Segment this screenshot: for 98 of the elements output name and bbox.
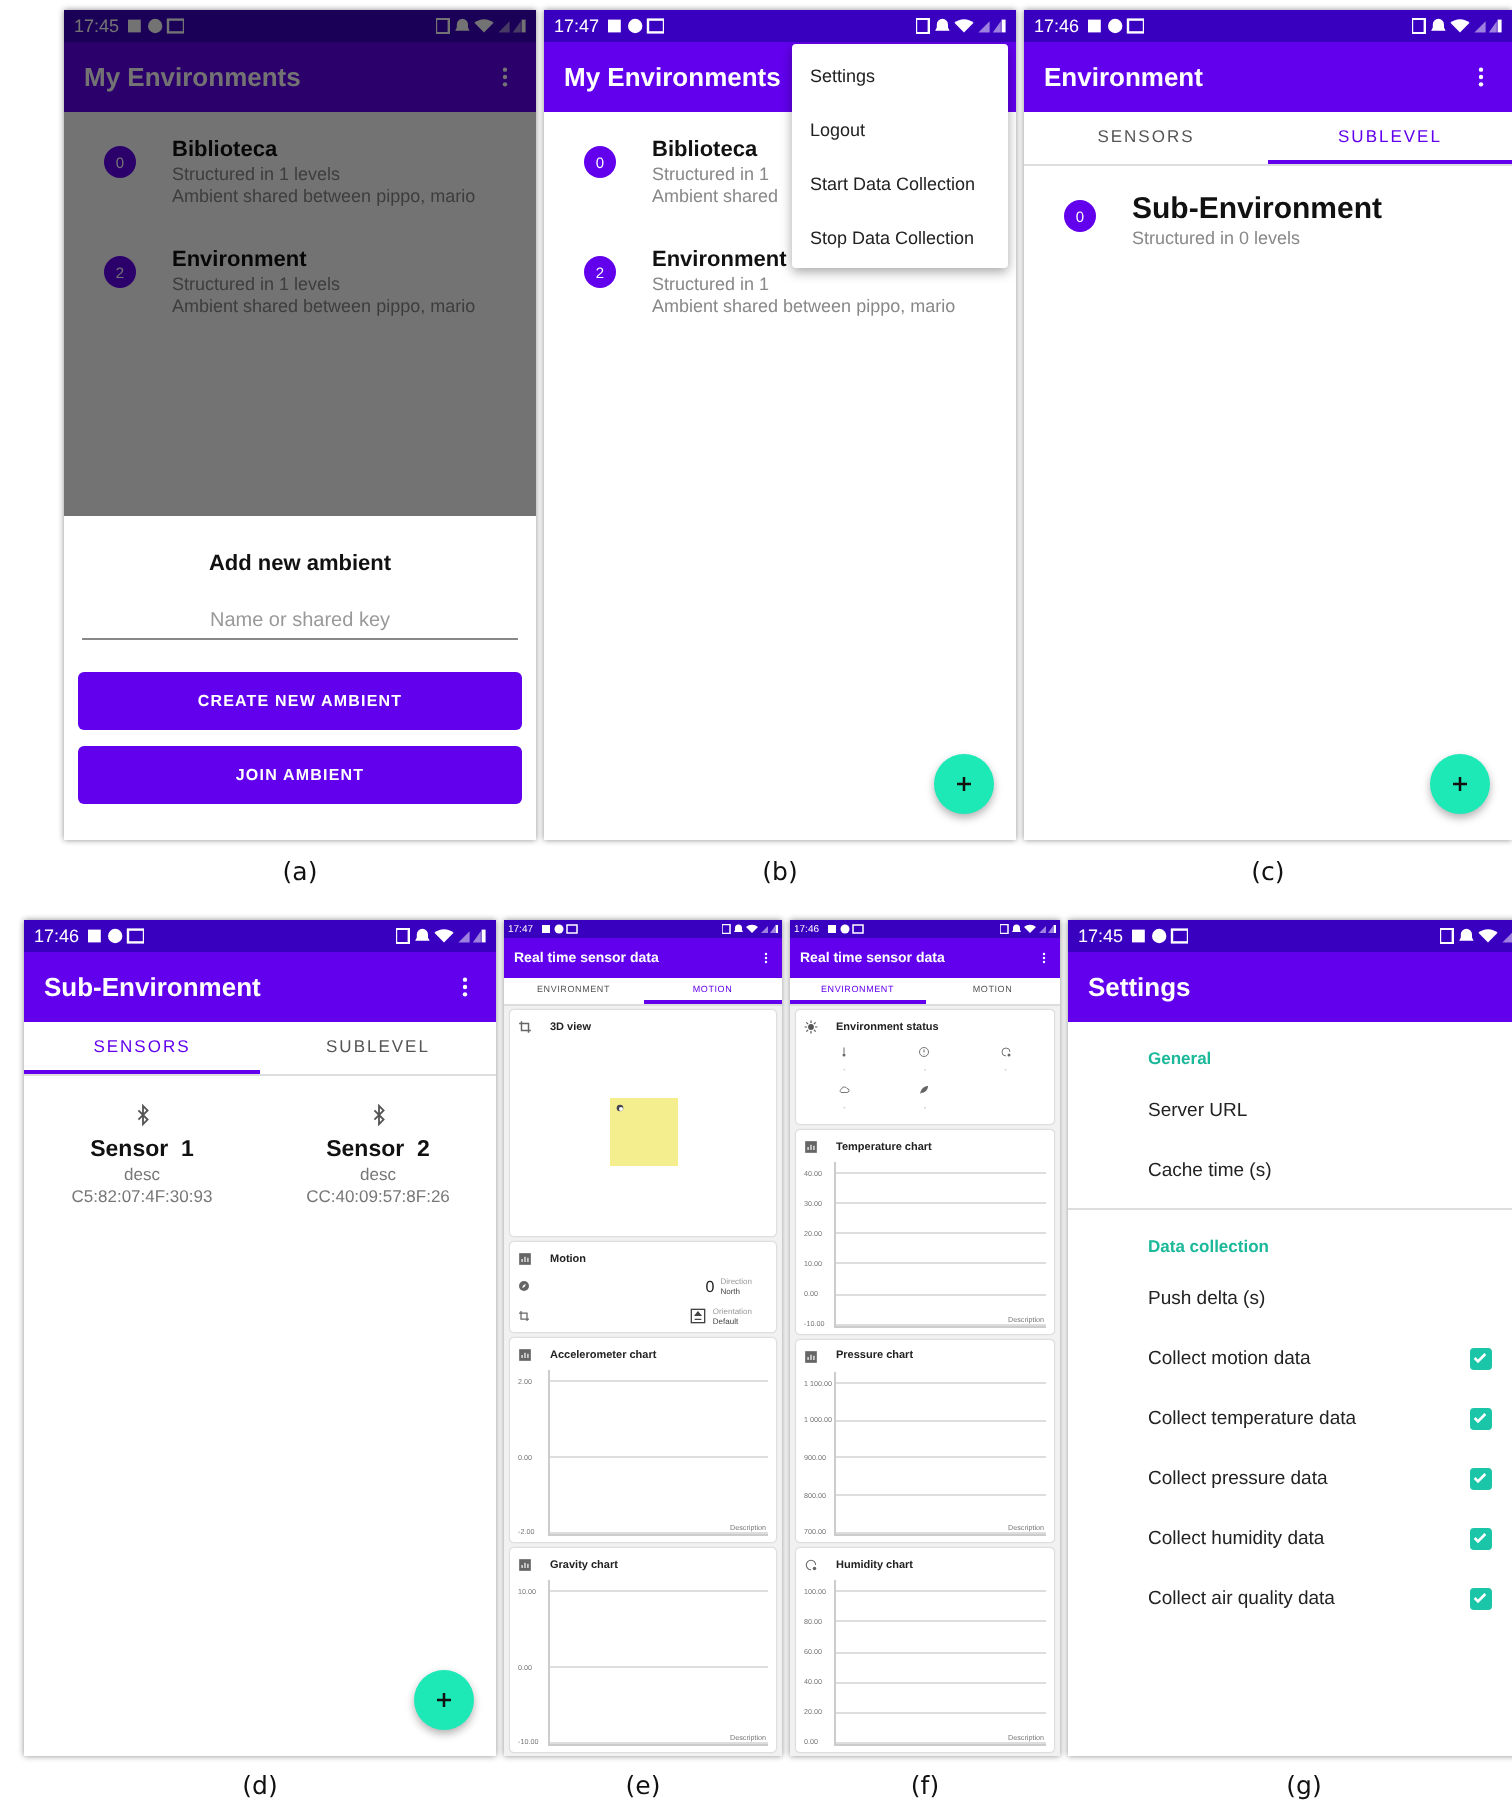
figure-caption: (a): [282, 854, 318, 890]
setting-item[interactable]: Push delta (s): [1068, 1268, 1512, 1328]
status-time: 17:46: [34, 926, 80, 946]
leaf-icon: [918, 1084, 931, 1096]
gauge-icon: [999, 1046, 1012, 1058]
notification-icons: [1087, 18, 1145, 34]
checkbox[interactable]: [1470, 1587, 1492, 1609]
setting-label: Collect temperature data: [1148, 1407, 1357, 1429]
bar-chart-icon: [518, 1558, 532, 1572]
setting-item[interactable]: Cache time (s): [1068, 1140, 1512, 1200]
notification-icons: [607, 18, 665, 34]
add-button[interactable]: [414, 1670, 474, 1730]
figure-caption: (b): [762, 854, 798, 890]
bar-chart-icon: [804, 1140, 818, 1154]
action-button[interactable]: CREATE NEW AMBIENT: [78, 672, 522, 730]
checkbox[interactable]: [1470, 1527, 1492, 1549]
tab[interactable]: SUBLEVEL: [1268, 112, 1512, 164]
direction-value: 0: [705, 1277, 715, 1295]
environment-detail: Ambient shared between pippo, mario: [652, 296, 956, 316]
crop-icon: [518, 1310, 530, 1322]
menu-item[interactable]: Start Data Collection: [792, 156, 1008, 210]
app-title: Settings: [1088, 972, 1191, 1002]
notification-icons: [87, 928, 145, 944]
bar-chart-icon: [518, 1252, 532, 1266]
sensor-name[interactable]: Sensor 2: [326, 1138, 430, 1162]
figure-caption: (f): [910, 1768, 940, 1804]
sensor-name[interactable]: Sensor 1: [90, 1138, 194, 1162]
action-button[interactable]: JOIN AMBIENT: [78, 746, 522, 804]
setting-item[interactable]: Server URL: [1068, 1080, 1512, 1140]
orientation-icon: [690, 1308, 707, 1324]
notification-icons: [1131, 928, 1189, 944]
environment-name: Environment: [172, 248, 309, 272]
menu-item[interactable]: Logout: [792, 102, 1008, 156]
app-title: Sub-Environment: [44, 972, 261, 1002]
environment-name: Biblioteca: [652, 138, 760, 162]
status-time: 17:46: [1034, 16, 1080, 36]
figure-caption: (g): [1286, 1768, 1322, 1804]
sun-icon: [804, 1020, 818, 1034]
section-header: General: [1146, 1046, 1214, 1072]
sensor-description: desc: [360, 1164, 396, 1184]
notification-icons: [827, 924, 864, 934]
notification-icons: [541, 924, 578, 934]
setting-label: Collect humidity data: [1148, 1527, 1325, 1549]
compass-icon: [518, 1280, 530, 1292]
more-icon: [760, 952, 772, 964]
system-status-icons: [722, 924, 778, 934]
section-header: Data collection: [1146, 1234, 1271, 1260]
name-input-field[interactable]: Name or shared key: [82, 604, 518, 640]
sensor-address: CC:40:09:57:8F:26: [306, 1186, 450, 1206]
bar-chart-icon: [518, 1348, 532, 1362]
gauge-icon: [804, 1558, 818, 1573]
app-title: Environment: [1044, 62, 1203, 92]
setting-label: Collect motion data: [1148, 1347, 1311, 1369]
checkbox[interactable]: [1470, 1467, 1492, 1489]
sensor-description: desc: [124, 1164, 160, 1184]
environment-detail: Structured in 0 levels: [1132, 228, 1303, 248]
environment-detail: Ambient shared: [652, 186, 779, 206]
system-status-icons: [1440, 928, 1512, 944]
system-status-icons: [1412, 18, 1502, 34]
plus-icon: [432, 1688, 456, 1712]
system-status-icons: [436, 18, 526, 34]
environment-name: Biblioteca: [172, 138, 280, 162]
notification-icons: [127, 18, 185, 34]
figure-caption: (c): [1251, 854, 1285, 890]
plus-icon: [1448, 772, 1472, 796]
system-status-icons: [396, 928, 486, 944]
tab[interactable]: SENSORS: [24, 1022, 260, 1074]
sensor-address: C5:82:07:4F:30:93: [71, 1186, 213, 1206]
cloud-icon: [838, 1084, 851, 1096]
checkbox[interactable]: [1470, 1347, 1492, 1369]
app-title: My Environments: [84, 62, 301, 92]
system-status-icons: [1000, 924, 1056, 934]
sphere-icon: [615, 1104, 623, 1112]
status-time: 17:45: [1078, 926, 1124, 946]
checkbox[interactable]: [1470, 1407, 1492, 1429]
plus-icon: [952, 772, 976, 796]
environment-name: Environment: [652, 248, 789, 272]
add-button[interactable]: [934, 754, 994, 814]
bar-chart-icon: [804, 1349, 818, 1364]
add-button[interactable]: [1430, 754, 1490, 814]
info-icon: [918, 1046, 931, 1058]
status-time: 17:47: [554, 16, 600, 36]
more-icon: [1038, 952, 1050, 964]
figure-caption: (e): [625, 1768, 661, 1804]
menu-item[interactable]: Stop Data Collection: [792, 210, 1008, 264]
environment-detail: Structured in 1: [652, 164, 772, 184]
menu-item[interactable]: Settings: [792, 48, 1008, 102]
environment-name: Sub-Environment: [1132, 192, 1383, 226]
setting-label: Collect air quality data: [1148, 1587, 1335, 1609]
thermometer-icon: [838, 1046, 851, 1058]
sheet-title: Add new ambient: [208, 552, 392, 576]
app-title: My Environments: [564, 62, 781, 92]
status-time: 17:45: [74, 16, 120, 36]
setting-label: Collect pressure data: [1148, 1467, 1328, 1489]
environment-detail: Structured in 1: [652, 274, 772, 294]
crop-icon: [518, 1020, 532, 1034]
system-status-icons: [916, 18, 1006, 34]
figure-caption: (d): [242, 1768, 278, 1804]
